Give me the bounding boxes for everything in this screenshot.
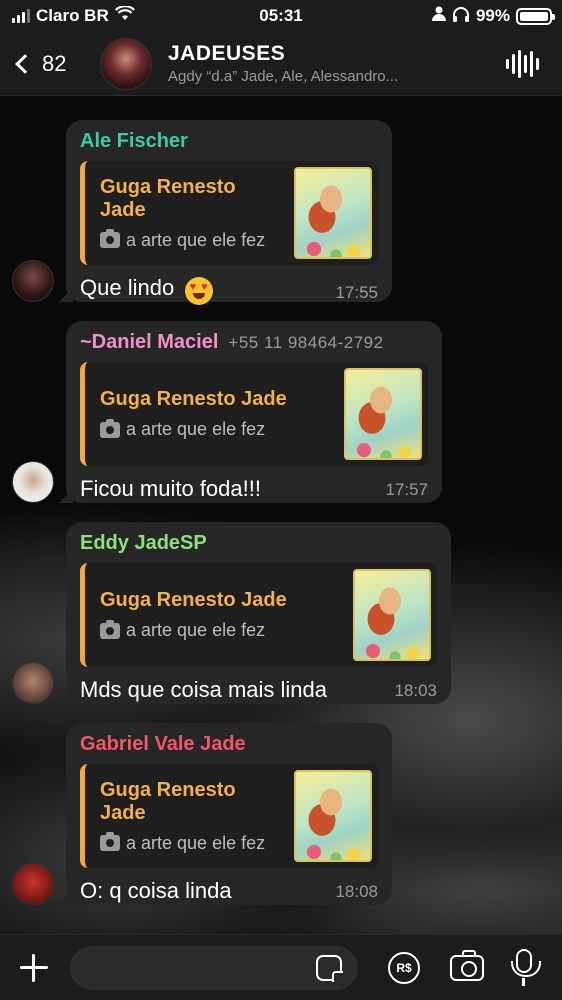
avatar[interactable] xyxy=(12,260,54,302)
chat-info[interactable]: JADEUSES Agdy “d.a” Jade, Ale, Alessandr… xyxy=(168,42,498,85)
camera-button-icon[interactable] xyxy=(450,950,484,981)
message-time: 17:55 xyxy=(335,282,378,302)
message-time: 18:08 xyxy=(335,882,378,901)
reply-thumbnail xyxy=(294,770,372,862)
reply-title: Guga Renesto Jade xyxy=(100,388,287,410)
signal-icon xyxy=(12,9,30,23)
reply-preview[interactable]: Guga Renesto Jade a arte que ele fez xyxy=(80,764,378,868)
reply-body: a arte que ele fez xyxy=(126,229,266,250)
wifi-icon xyxy=(114,5,135,26)
avatar[interactable] xyxy=(12,461,54,503)
message-input[interactable] xyxy=(70,945,358,990)
reply-body: a arte que ele fez xyxy=(126,832,266,853)
message-time: 17:57 xyxy=(385,480,428,499)
sender-name[interactable]: Eddy JadeSP xyxy=(80,532,207,555)
sender-name[interactable]: Gabriel Vale Jade xyxy=(80,733,246,756)
carrier-label: Claro BR xyxy=(36,6,109,25)
reply-thumbnail xyxy=(353,569,431,661)
reply-thumbnail xyxy=(294,167,372,259)
camera-icon xyxy=(100,418,120,438)
chat-header: 82 JADEUSES Agdy “d.a” Jade, Ale, Alessa… xyxy=(0,32,562,96)
message-text: Mds que coisa mais linda xyxy=(80,677,328,702)
microphone-icon[interactable] xyxy=(511,949,541,986)
sender-name[interactable]: ~Daniel Maciel xyxy=(80,331,218,354)
reply-thumbnail xyxy=(344,368,422,460)
avatar[interactable] xyxy=(12,863,54,905)
message-text: Que lindo xyxy=(80,275,175,300)
unread-count: 82 xyxy=(42,50,67,76)
camera-icon xyxy=(100,832,120,851)
sticker-icon[interactable] xyxy=(316,955,343,982)
battery-icon xyxy=(516,7,555,25)
avatar[interactable] xyxy=(12,662,54,704)
reply-title: Guga Renesto Jade xyxy=(100,778,236,824)
battery-percent: 99% xyxy=(475,6,510,25)
message-bubble[interactable]: ~Daniel Maciel +55 11 98464-2792 Guga Re… xyxy=(66,321,442,503)
reply-body: a arte que ele fez xyxy=(126,419,266,439)
payment-icon[interactable]: R$ xyxy=(388,952,420,984)
message-time: 18:03 xyxy=(394,681,437,700)
battery-level-fill xyxy=(520,11,548,21)
chat-members: Agdy “d.a” Jade, Ale, Alessandro... xyxy=(168,68,399,85)
chevron-left-icon xyxy=(15,53,35,74)
reply-title: Guga Renesto Jade xyxy=(100,175,236,221)
group-avatar[interactable] xyxy=(100,37,152,90)
voice-chat-button[interactable] xyxy=(498,44,546,84)
camera-icon xyxy=(100,229,120,248)
message-input-bar: R$ xyxy=(0,934,562,1000)
reply-title: Guga Renesto Jade xyxy=(100,589,287,611)
chat-title: JADEUSES xyxy=(168,42,286,65)
sender-phone: +55 11 98464-2792 xyxy=(228,333,384,352)
message-text: O: q coisa linda xyxy=(80,878,232,903)
message-bubble[interactable]: Gabriel Vale Jade Guga Renesto Jade a ar… xyxy=(66,723,392,905)
reply-preview[interactable]: Guga Renesto Jade a arte que ele fez xyxy=(80,161,378,265)
message-bubble[interactable]: Ale Fischer Guga Renesto Jade a arte que… xyxy=(66,120,392,305)
reply-body: a arte que ele fez xyxy=(126,620,266,640)
reply-preview[interactable]: Guga Renesto Jade a arte que ele fez xyxy=(80,362,428,466)
camera-icon xyxy=(100,619,120,639)
message-bubble[interactable]: Eddy JadeSP Guga Renesto Jade a arte que… xyxy=(66,522,451,704)
back-button[interactable]: 82 xyxy=(0,51,100,77)
heart-eyes-emoji-icon xyxy=(184,276,213,305)
headphones-icon xyxy=(452,6,470,27)
lock-rotation-icon xyxy=(431,6,446,26)
reply-preview[interactable]: Guga Renesto Jade a arte que ele fez xyxy=(80,563,437,667)
status-bar: Claro BR 05:31 99% xyxy=(0,0,562,32)
message-text: Ficou muito foda!!! xyxy=(80,476,261,501)
sender-name[interactable]: Ale Fischer xyxy=(80,130,188,153)
attach-plus-icon[interactable] xyxy=(12,946,56,990)
